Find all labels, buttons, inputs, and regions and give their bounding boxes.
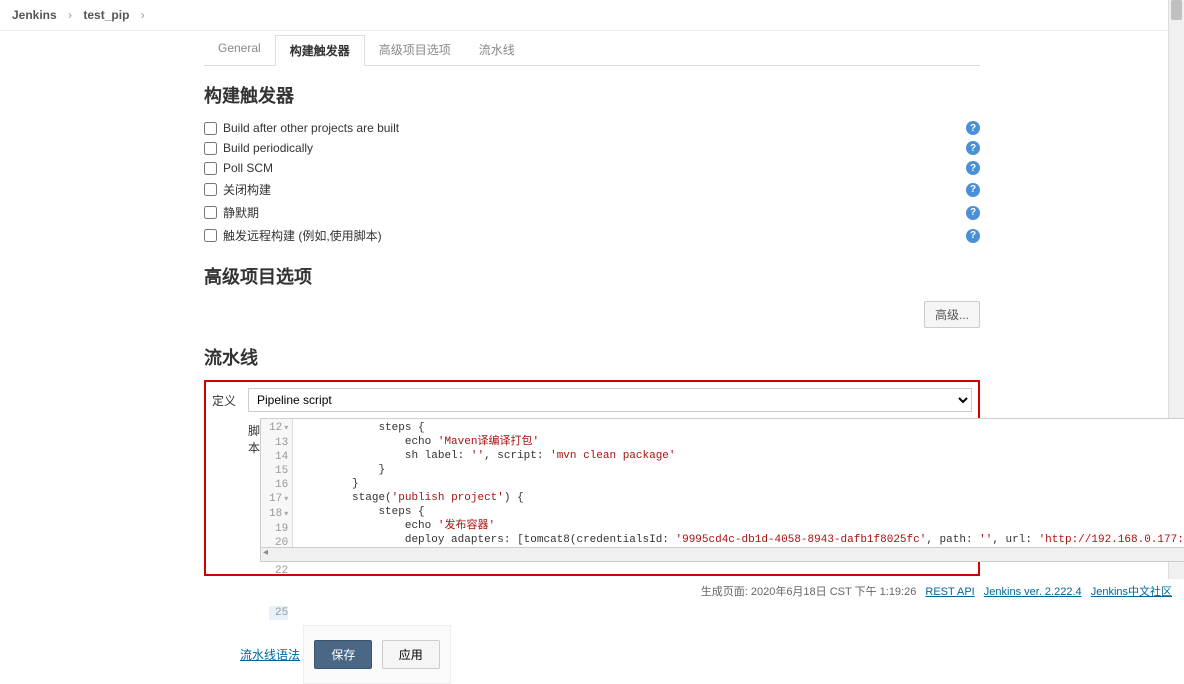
chevron-right-icon: ›: [141, 8, 145, 22]
checkbox-build-after[interactable]: [204, 122, 217, 135]
help-icon[interactable]: ?: [966, 206, 980, 220]
footer-version-link[interactable]: Jenkins ver. 2.222.4: [984, 586, 1082, 598]
label-close-build: 关闭构建: [223, 181, 966, 198]
save-button[interactable]: 保存: [314, 640, 372, 669]
apply-button[interactable]: 应用: [382, 640, 440, 669]
checkbox-close-build[interactable]: [204, 183, 217, 196]
pipeline-syntax-link[interactable]: 流水线语法: [240, 648, 300, 662]
checkbox-quiet[interactable]: [204, 206, 217, 219]
label-quiet: 静默期: [223, 204, 966, 221]
editor-scrollbar-horizontal[interactable]: [260, 548, 1184, 562]
tab-pipeline[interactable]: 流水线: [465, 35, 529, 65]
label-periodic: Build periodically: [223, 141, 966, 155]
checkbox-poll-scm[interactable]: [204, 162, 217, 175]
breadcrumb-item[interactable]: test_pip: [83, 8, 129, 22]
section-title-pipeline: 流水线: [204, 344, 980, 370]
help-icon[interactable]: ?: [966, 161, 980, 175]
help-icon[interactable]: ?: [966, 229, 980, 243]
section-title-advanced: 高级项目选项: [204, 263, 980, 289]
breadcrumb: Jenkins › test_pip ›: [0, 0, 1184, 31]
footer-timestamp: 生成页面: 2020年6月18日 CST 下午 1:19:26: [701, 586, 917, 598]
help-icon[interactable]: ?: [966, 183, 980, 197]
label-definition: 定义: [212, 388, 248, 409]
footer-community-link[interactable]: Jenkins中文社区: [1091, 586, 1172, 598]
footer: 生成页面: 2020年6月18日 CST 下午 1:19:26 REST API…: [0, 579, 1184, 603]
footer-rest-api-link[interactable]: REST API: [925, 586, 974, 598]
script-editor[interactable]: 1213141516171819202122232425 steps { ech…: [260, 418, 1184, 548]
section-title-triggers: 构建触发器: [204, 82, 980, 108]
chevron-right-icon: ›: [68, 8, 72, 22]
checkbox-periodic[interactable]: [204, 142, 217, 155]
action-buttons: 保存 应用: [303, 625, 450, 684]
advanced-button[interactable]: 高级...: [924, 301, 980, 328]
tab-advanced[interactable]: 高级项目选项: [365, 35, 465, 65]
config-tabs: General 构建触发器 高级项目选项 流水线: [204, 35, 980, 66]
checkbox-remote[interactable]: [204, 229, 217, 242]
definition-select[interactable]: Pipeline script: [248, 388, 972, 412]
tab-general[interactable]: General: [204, 35, 275, 65]
label-poll-scm: Poll SCM: [223, 161, 966, 175]
label-build-after: Build after other projects are built: [223, 121, 966, 135]
code-area[interactable]: steps { echo 'Maven译编译打包' sh label: '', …: [293, 419, 1184, 547]
line-gutter: 1213141516171819202122232425: [261, 419, 293, 547]
tab-triggers[interactable]: 构建触发器: [275, 35, 365, 66]
pipeline-highlight-box: 定义 Pipeline script 脚本 121314151617181920…: [204, 380, 980, 576]
help-icon[interactable]: ?: [966, 141, 980, 155]
label-remote: 触发远程构建 (例如,使用脚本): [223, 227, 966, 244]
help-icon[interactable]: ?: [966, 121, 980, 135]
breadcrumb-root[interactable]: Jenkins: [12, 8, 57, 22]
label-script: 脚本: [212, 418, 260, 456]
